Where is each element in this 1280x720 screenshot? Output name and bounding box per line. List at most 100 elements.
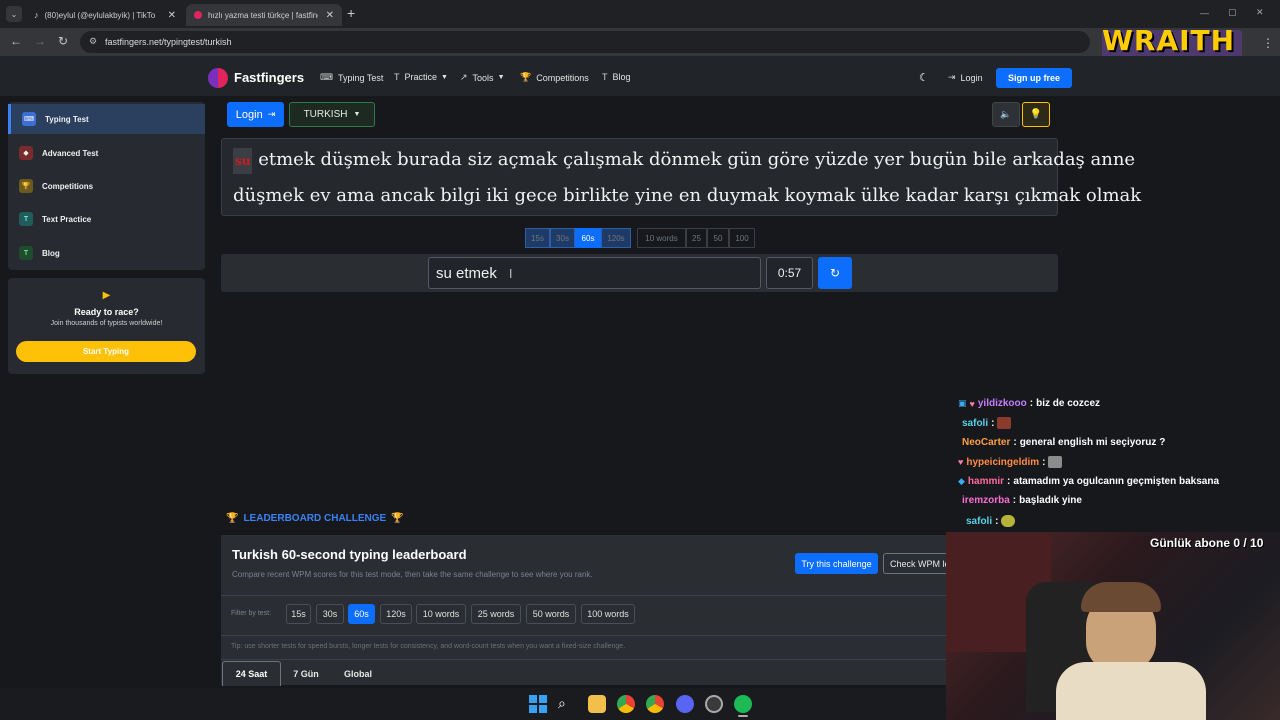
nav-competitions[interactable]: 🏆 Competitions — [520, 72, 589, 83]
badge-icon: ◆ — [958, 476, 965, 486]
filter-label: Filter by test: — [231, 610, 272, 617]
close-icon[interactable]: ✕ — [168, 10, 176, 21]
language-select[interactable]: TURKISH ▼ — [289, 102, 375, 127]
typing-input[interactable]: su etmek I — [428, 257, 761, 289]
fastfingers-logo-icon — [208, 68, 228, 88]
divider — [221, 595, 946, 596]
nav-blog[interactable]: T Blog — [602, 72, 631, 82]
mode-60s[interactable]: 60s — [575, 228, 601, 248]
chat-message: ▣ ♥ yildizkooo : biz de cozcez — [958, 398, 1101, 409]
back-icon[interactable]: ← — [10, 34, 22, 48]
discord-icon[interactable] — [676, 695, 694, 713]
brand-name[interactable]: Fastfingers — [234, 70, 304, 85]
emote-icon — [1001, 515, 1016, 527]
window-minimize-icon[interactable]: — — [1200, 8, 1209, 18]
tab-fastfingers[interactable]: hızlı yazma testi türkçe | fastfingers ✕ — [186, 4, 342, 26]
login-button[interactable]: Login ⇥ — [227, 102, 284, 127]
trophy-icon: 🏆 — [226, 513, 239, 524]
window-maximize-icon[interactable]: ▢ — [1228, 7, 1237, 18]
leaderboard-title: Turkish 60-second typing leaderboard — [232, 547, 467, 562]
try-challenge-button[interactable]: Try this challenge — [795, 553, 878, 574]
app-icon[interactable] — [705, 695, 723, 713]
tab-title: hızlı yazma testi türkçe | fastfingers — [208, 10, 318, 20]
chrome-icon[interactable] — [646, 695, 664, 713]
browser-tab-bar: ⌄ ♪ (80)eylul (@eylulakbyik) | TikTok ✕ … — [0, 0, 1280, 28]
check-wpm-button[interactable]: Check WPM le — [883, 553, 946, 574]
chat-message: ◆ hammir : atamadım ya ogulcanın geçmişt… — [958, 476, 1220, 487]
search-icon[interactable]: ⌕ — [558, 695, 576, 713]
mode-50-words[interactable]: 50 — [707, 228, 729, 248]
window-close-icon[interactable]: ✕ — [1256, 7, 1264, 18]
leaderboard-heading: 🏆 LEADERBOARD CHALLENGE 🏆 — [226, 513, 404, 524]
sidebar-item-competitions[interactable]: 🏆 Competitions — [8, 171, 205, 201]
filter-50-words[interactable]: 50 words — [526, 604, 576, 624]
mode-15s[interactable]: 15s — [525, 228, 550, 248]
race-subtitle: Join thousands of typists worldwide! — [50, 320, 163, 327]
words-line-1: su etmek düşmek burada siz açmak çalışma… — [233, 148, 1135, 174]
filter-120s[interactable]: 120s — [380, 604, 412, 624]
mode-120s[interactable]: 120s — [601, 228, 631, 248]
sidebar-item-blog[interactable]: T Blog — [8, 238, 205, 268]
sidebar-item-typing-test[interactable]: ⌨ Typing Test — [8, 104, 205, 134]
leaderboard-subtitle: Compare recent WPM scores for this test … — [232, 570, 593, 579]
windows-start-icon[interactable] — [529, 695, 547, 713]
chat-message: safoli : — [966, 515, 1016, 527]
mode-100-words[interactable]: 100 — [729, 228, 755, 248]
mode-30s[interactable]: 30s — [550, 228, 575, 248]
filter-100-words[interactable]: 100 words — [581, 604, 635, 624]
badge-icon: ♥ — [958, 457, 964, 467]
new-tab-button[interactable]: + — [347, 5, 355, 21]
words-display: su etmek düşmek burada siz açmak çalışma… — [221, 138, 1141, 216]
login-icon: ⇥ — [948, 72, 956, 82]
mode-10-words[interactable]: 10 words — [637, 228, 686, 248]
filter-15s[interactable]: 15s — [286, 604, 311, 624]
keyboard-icon: ⌨ — [22, 112, 36, 126]
tab-tiktok[interactable]: ♪ (80)eylul (@eylulakbyik) | TikTok ✕ — [26, 4, 184, 26]
filter-30s[interactable]: 30s — [316, 604, 344, 624]
trophy-icon: 🏆 — [391, 513, 404, 524]
url-text: fastfingers.net/typingtest/turkish — [105, 37, 232, 47]
spotify-icon[interactable] — [734, 695, 752, 713]
caret-down-icon: ▼ — [441, 73, 448, 81]
speaker-icon: 🔈 — [1000, 109, 1012, 119]
sound-toggle[interactable]: 🔈 — [992, 102, 1020, 127]
hint-toggle[interactable]: 💡 — [1022, 102, 1050, 127]
leaderboard-tip: Tip: use shorter tests for speed bursts,… — [231, 643, 626, 650]
restart-button[interactable]: ↻ — [818, 257, 852, 289]
tab-search-icon[interactable]: ⌄ — [6, 6, 22, 22]
chat-message: ♥ hypeicingeldim : — [958, 456, 1063, 468]
filter-60s[interactable]: 60s — [348, 604, 375, 624]
reload-icon[interactable]: ↻ — [58, 34, 68, 48]
header-login-link[interactable]: ⇥ Login — [948, 72, 983, 83]
signup-button[interactable]: Sign up free — [996, 68, 1072, 88]
tab-title: (80)eylul (@eylulakbyik) | TikTok — [44, 10, 155, 20]
emote-icon — [1048, 456, 1063, 468]
mode-25-words[interactable]: 25 — [686, 228, 707, 248]
sidebar-item-text-practice[interactable]: T Text Practice — [8, 204, 205, 234]
streamer-hair — [1081, 582, 1161, 612]
filter-10-words[interactable]: 10 words — [416, 604, 466, 624]
chrome-icon[interactable] — [617, 695, 635, 713]
tab-7-gun[interactable]: 7 Gün — [284, 661, 328, 686]
browser-menu-icon[interactable]: ⋮ — [1262, 36, 1274, 50]
webcam-feed — [946, 532, 1280, 720]
close-icon[interactable]: ✕ — [326, 10, 334, 21]
tab-24-saat[interactable]: 24 Saat — [222, 661, 281, 686]
sidebar-item-label: Typing Test — [45, 114, 89, 124]
chat-message: safoli : — [962, 417, 1012, 429]
filter-25-words[interactable]: 25 words — [471, 604, 521, 624]
forward-icon[interactable]: → — [34, 34, 46, 48]
nav-tools[interactable]: ↗ Tools ▼ — [460, 72, 505, 83]
url-field[interactable]: ⚙ fastfingers.net/typingtest/turkish — [80, 31, 1090, 53]
badge-icon: ♥ — [969, 398, 975, 409]
file-explorer-icon[interactable] — [588, 695, 606, 713]
sidebar-item-advanced-test[interactable]: ◆ Advanced Test — [8, 138, 205, 168]
caret-down-icon: ▼ — [353, 111, 361, 118]
nav-typing-test[interactable]: ⌨ Typing Test — [320, 72, 383, 83]
nav-practice[interactable]: T Practice ▼ — [394, 72, 448, 82]
tab-global[interactable]: Global — [336, 661, 380, 686]
current-word: su — [233, 148, 253, 174]
start-typing-button[interactable]: Start Typing — [16, 341, 196, 362]
site-info-icon[interactable]: ⚙ — [89, 36, 97, 47]
dark-mode-icon[interactable]: ☾ — [919, 71, 929, 84]
